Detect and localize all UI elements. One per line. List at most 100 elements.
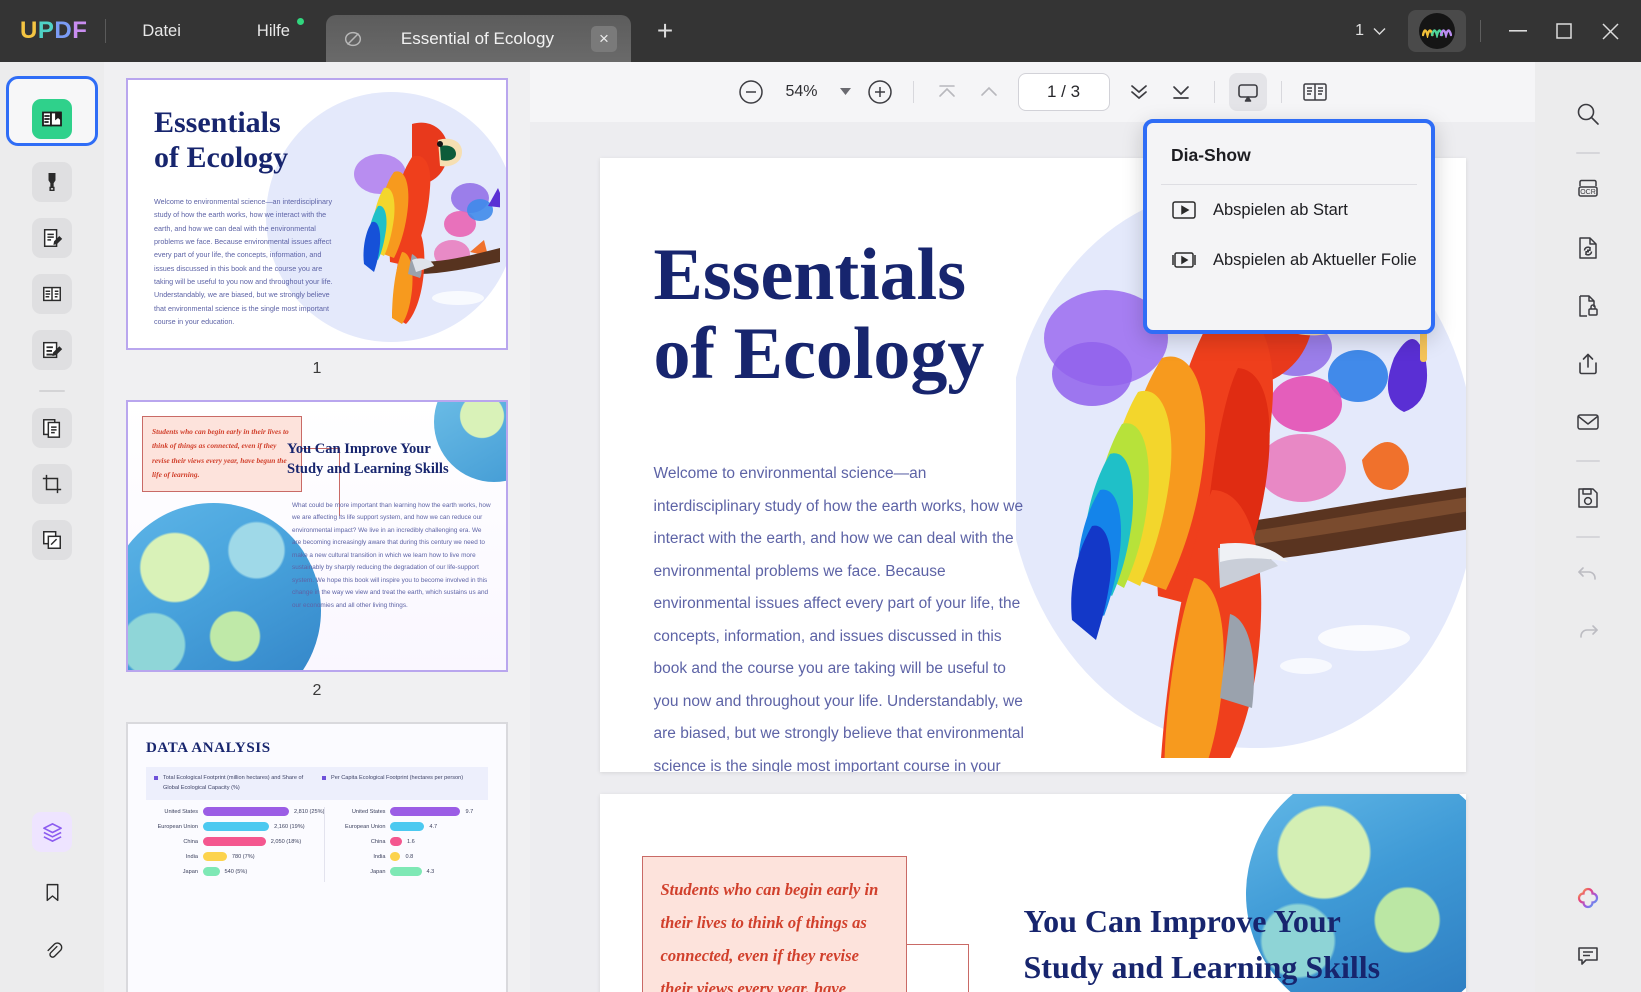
ocr-button[interactable]: OCR bbox=[1566, 168, 1610, 212]
document-tab[interactable]: Essential of Ecology × bbox=[325, 15, 631, 62]
sidebar-item-bookmarks[interactable] bbox=[32, 872, 72, 912]
menu-hilfe[interactable]: Hilfe bbox=[239, 14, 308, 49]
redo-button[interactable] bbox=[1566, 610, 1610, 654]
chart-legend-item-1: Per Capita Ecological Footprint (hectare… bbox=[322, 774, 480, 793]
chart-bar bbox=[390, 852, 401, 861]
sidebar-item-reader[interactable] bbox=[6, 76, 98, 146]
save-icon bbox=[1578, 488, 1598, 508]
previous-page-button[interactable] bbox=[970, 73, 1008, 111]
chart-bar-value: 4.3 bbox=[426, 868, 435, 875]
redo-icon bbox=[1580, 625, 1598, 638]
comments-button[interactable] bbox=[1566, 934, 1610, 978]
bookmark-icon bbox=[46, 883, 58, 901]
popup-item-play-from-start[interactable]: Abspielen ab Start bbox=[1147, 185, 1431, 235]
left-rail-divider-1 bbox=[39, 390, 65, 392]
sidebar-item-batch[interactable] bbox=[32, 520, 72, 560]
legend-marker-icon bbox=[154, 776, 158, 780]
chart-bar-label: India bbox=[373, 853, 386, 860]
main-body: Essentials of Ecology Welcome to environ… bbox=[0, 62, 1641, 992]
window-count-dropdown[interactable]: 1 bbox=[1347, 16, 1394, 46]
sidebar-item-crop[interactable] bbox=[32, 464, 72, 504]
chart-bar bbox=[390, 807, 461, 816]
save-as-button[interactable] bbox=[1566, 476, 1610, 520]
last-page-button[interactable] bbox=[1162, 73, 1200, 111]
play-stack-icon bbox=[1172, 252, 1196, 268]
sidebar-item-edit-text[interactable] bbox=[32, 218, 72, 258]
sidebar-item-form[interactable] bbox=[32, 274, 72, 314]
close-icon: × bbox=[598, 29, 609, 48]
page-2[interactable]: Students who can begin early in their li… bbox=[599, 794, 1466, 992]
chart-bar-value: 0.8 bbox=[405, 853, 414, 860]
thumbnail-page-2[interactable]: Students who can begin early in their li… bbox=[126, 400, 508, 672]
dia-show-popup[interactable]: Dia-Show Abspielen ab Start Abspielen ab… bbox=[1143, 119, 1435, 334]
maximize-button[interactable] bbox=[1541, 8, 1587, 54]
presentation-mode-button[interactable] bbox=[1228, 73, 1267, 111]
zoom-level-label[interactable]: 54% bbox=[774, 83, 830, 101]
undo-icon bbox=[1578, 567, 1596, 580]
thumbnail-panel[interactable]: Essentials of Ecology Welcome to environ… bbox=[104, 62, 530, 992]
zoom-dropdown-button[interactable] bbox=[834, 87, 857, 98]
page-1-title: Essentials of Ecology bbox=[654, 235, 1074, 394]
chart-bar-label: China bbox=[370, 838, 386, 845]
ai-clover-icon bbox=[1577, 887, 1599, 909]
page-view-icon bbox=[1302, 83, 1327, 101]
popup-item-label: Abspielen ab Aktueller Folie bbox=[1213, 250, 1417, 269]
popup-item-play-from-current[interactable]: Abspielen ab Aktueller Folie bbox=[1147, 235, 1431, 285]
undo-button[interactable] bbox=[1566, 552, 1610, 596]
sidebar-item-thumbnails[interactable] bbox=[32, 812, 72, 852]
first-page-button[interactable] bbox=[928, 73, 966, 111]
chart-bar-label: European Union bbox=[345, 823, 386, 830]
chart-bar-row: Japan 540 (5%) bbox=[146, 867, 324, 876]
sidebar-item-highlighter[interactable] bbox=[32, 162, 72, 202]
thumbnail-page-3[interactable]: DATA ANALYSIS Total Ecological Footprint… bbox=[126, 722, 508, 992]
slide-2-preview: Students who can begin early in their li… bbox=[128, 402, 506, 670]
chevron-down-icon bbox=[1373, 27, 1386, 35]
updf-window: UPDF Datei Hilfe Essential of Ecology × … bbox=[0, 0, 1641, 992]
ocr-icon: OCR bbox=[1578, 179, 1598, 197]
chart-bar bbox=[203, 807, 289, 816]
tab-close-button[interactable]: × bbox=[590, 25, 617, 52]
toolbar-divider-1 bbox=[912, 81, 914, 103]
search-button[interactable] bbox=[1566, 92, 1610, 136]
new-tab-button[interactable]: + bbox=[651, 17, 679, 45]
menu-datei[interactable]: Datei bbox=[124, 14, 199, 49]
convert-button[interactable] bbox=[1566, 226, 1610, 270]
right-rail-divider-2 bbox=[1576, 460, 1600, 462]
account-avatar-button[interactable] bbox=[1408, 10, 1466, 52]
chart-bar-value: 540 (5%) bbox=[224, 868, 248, 875]
ai-assistant-button[interactable] bbox=[1566, 876, 1610, 920]
email-button[interactable] bbox=[1566, 400, 1610, 444]
thumbnail-item-1[interactable]: Essentials of Ecology Welcome to environ… bbox=[104, 74, 530, 396]
page-number-input[interactable]: 1 / 3 bbox=[1017, 73, 1110, 111]
sidebar-item-annotate[interactable] bbox=[32, 330, 72, 370]
chart-bar-label: Japan bbox=[370, 868, 386, 875]
next-page-button[interactable] bbox=[1120, 73, 1158, 111]
document-viewer: 54% 1 / 3 Essentials of Ecology Welcome … bbox=[530, 62, 1535, 992]
close-window-icon bbox=[1601, 22, 1619, 40]
chart-bar-row: United States 9.7 bbox=[333, 807, 488, 816]
chart-bar bbox=[390, 867, 422, 876]
batch-icon bbox=[43, 531, 61, 549]
chart-bar bbox=[203, 837, 266, 846]
chart-bar-row: European Union 4.7 bbox=[333, 822, 488, 831]
thumbnail-item-2[interactable]: Students who can begin early in their li… bbox=[104, 396, 530, 718]
play-box-icon bbox=[1172, 201, 1196, 219]
zoom-in-button[interactable] bbox=[861, 73, 899, 111]
chart-bar-row: China 2,050 (18%) bbox=[146, 837, 324, 846]
title-bar: UPDF Datei Hilfe Essential of Ecology × … bbox=[0, 0, 1641, 62]
sidebar-item-attachments[interactable] bbox=[32, 930, 72, 970]
view-mode-button[interactable] bbox=[1296, 73, 1334, 111]
protect-button[interactable] bbox=[1566, 284, 1610, 328]
thumbnail-number-2: 2 bbox=[312, 682, 322, 699]
minimize-button[interactable] bbox=[1495, 8, 1541, 54]
email-icon bbox=[1577, 414, 1599, 430]
thumbnail-page-1[interactable]: Essentials of Ecology Welcome to environ… bbox=[126, 78, 508, 350]
titlebar-divider bbox=[105, 19, 107, 43]
share-button[interactable] bbox=[1566, 342, 1610, 386]
thumbnail-item-3[interactable]: DATA ANALYSIS Total Ecological Footprint… bbox=[104, 718, 530, 992]
slide-3-preview: DATA ANALYSIS Total Ecological Footprint… bbox=[128, 724, 506, 992]
close-window-button[interactable] bbox=[1587, 8, 1633, 54]
sidebar-item-organize-pages[interactable] bbox=[32, 408, 72, 448]
zoom-out-button[interactable] bbox=[732, 73, 770, 111]
chart-bar bbox=[203, 867, 220, 876]
